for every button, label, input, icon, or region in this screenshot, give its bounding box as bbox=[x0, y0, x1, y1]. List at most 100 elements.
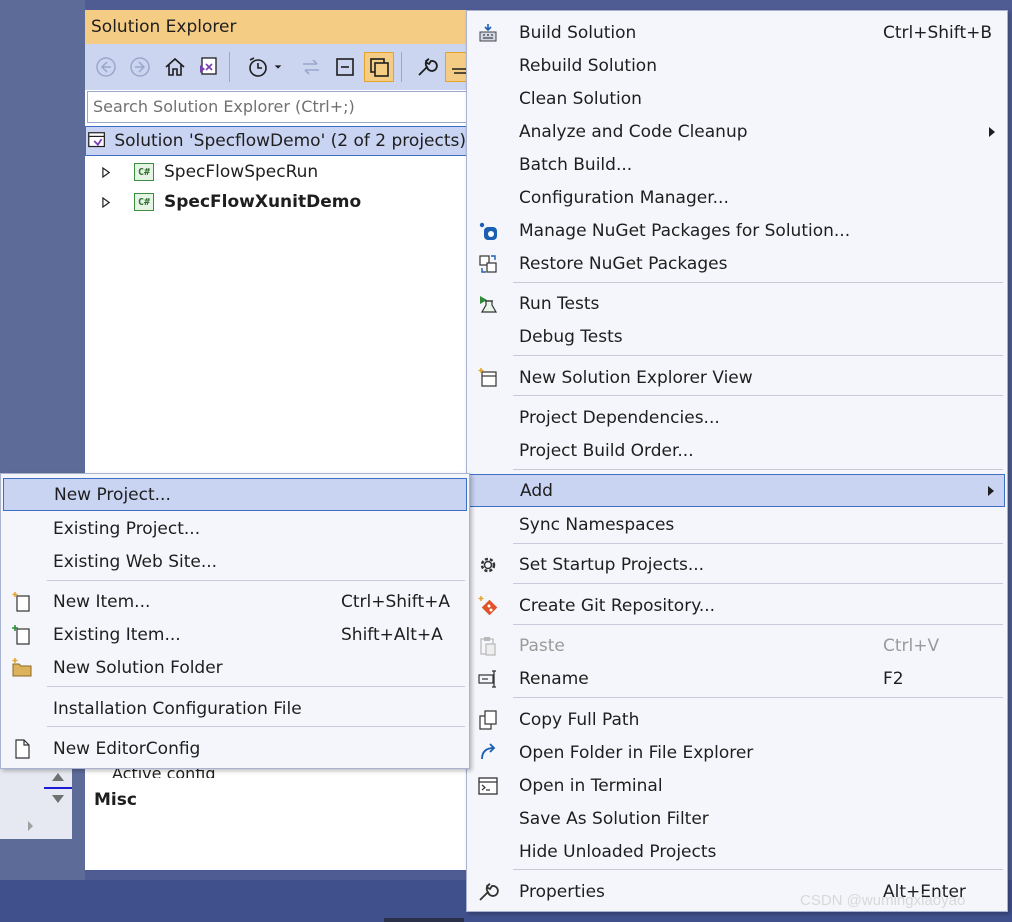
existing-item-icon bbox=[9, 622, 35, 648]
dropdown-chevron-icon[interactable] bbox=[271, 52, 285, 82]
menu-label: Existing Item... bbox=[53, 624, 181, 645]
restore-packages-icon bbox=[475, 251, 501, 277]
menu-item-build-solution[interactable]: Build Solution Ctrl+Shift+B bbox=[469, 16, 1005, 49]
menu-label: Properties bbox=[519, 881, 605, 902]
menu-item-hide-unloaded-projects[interactable]: Hide Unloaded Projects bbox=[469, 835, 1005, 868]
menu-label: Save As Solution Filter bbox=[519, 808, 709, 829]
wrench-icon bbox=[475, 879, 501, 905]
solution-node[interactable]: Solution 'SpecflowDemo' (2 of 2 projects… bbox=[85, 126, 467, 156]
project-label: SpecFlowXunitDemo bbox=[164, 192, 362, 212]
new-item-icon bbox=[9, 589, 35, 615]
forward-icon[interactable] bbox=[125, 52, 155, 82]
menu-shortcut: Shift+Alt+A bbox=[341, 624, 443, 645]
home-icon[interactable] bbox=[160, 52, 190, 82]
menu-label: Set Startup Projects... bbox=[519, 554, 705, 575]
menu-label: Hide Unloaded Projects bbox=[519, 841, 717, 862]
menu-label: Create Git Repository... bbox=[519, 595, 716, 616]
folder-icon bbox=[9, 655, 35, 681]
add-submenu: New Project... Existing Project... Exist… bbox=[0, 473, 470, 769]
menu-shortcut: Ctrl+Shift+A bbox=[341, 591, 451, 612]
expand-arrow-icon[interactable] bbox=[100, 196, 112, 208]
project-label: SpecFlowSpecRun bbox=[164, 162, 319, 182]
menu-item-set-startup-projects[interactable]: Set Startup Projects... bbox=[469, 548, 1005, 581]
menu-item-batch-build[interactable]: Batch Build... bbox=[469, 148, 1005, 181]
pending-changes-icon[interactable] bbox=[243, 52, 273, 82]
menu-item-save-as-solution-filter[interactable]: Save As Solution Filter bbox=[469, 802, 1005, 835]
menu-label: Sync Namespaces bbox=[519, 514, 675, 535]
menu-item-project-dependencies[interactable]: Project Dependencies... bbox=[469, 401, 1005, 434]
file-icon bbox=[9, 736, 35, 762]
menu-item-paste[interactable]: Paste Ctrl+V bbox=[469, 629, 1005, 662]
panel-title: Solution Explorer bbox=[85, 10, 467, 44]
submenu-item-existing-web-site[interactable]: Existing Web Site... bbox=[3, 545, 467, 578]
submenu-item-new-editorconfig[interactable]: New EditorConfig bbox=[3, 732, 467, 765]
menu-label: Project Build Order... bbox=[519, 440, 694, 461]
menu-item-new-solution-explorer-view[interactable]: New Solution Explorer View bbox=[469, 361, 1005, 394]
menu-label: Run Tests bbox=[519, 293, 600, 314]
menu-item-open-terminal[interactable]: Open in Terminal bbox=[469, 769, 1005, 802]
expand-arrow-icon[interactable] bbox=[100, 166, 112, 178]
run-tests-icon bbox=[475, 291, 501, 317]
menu-item-run-tests[interactable]: Run Tests bbox=[469, 287, 1005, 320]
build-icon bbox=[475, 20, 501, 46]
sync-icon[interactable] bbox=[296, 52, 326, 82]
menu-item-restore-nuget[interactable]: Restore NuGet Packages bbox=[469, 247, 1005, 280]
menu-label: New EditorConfig bbox=[53, 738, 201, 759]
menu-label: Installation Configuration File bbox=[53, 698, 302, 719]
menu-item-analyze[interactable]: Analyze and Code Cleanup bbox=[469, 115, 1005, 148]
search-input[interactable]: Search Solution Explorer (Ctrl+;) bbox=[87, 91, 467, 123]
toolbar bbox=[85, 44, 467, 90]
menu-shortcut: Ctrl+V bbox=[883, 635, 940, 656]
submenu-item-new-project[interactable]: New Project... bbox=[3, 478, 467, 511]
menu-item-clean-solution[interactable]: Clean Solution bbox=[469, 82, 1005, 115]
menu-item-copy-full-path[interactable]: Copy Full Path bbox=[469, 703, 1005, 736]
terminal-icon bbox=[475, 773, 501, 799]
submenu-item-installation-configuration-file[interactable]: Installation Configuration File bbox=[3, 692, 467, 725]
submenu-item-existing-project[interactable]: Existing Project... bbox=[3, 512, 467, 545]
menu-item-rebuild-solution[interactable]: Rebuild Solution bbox=[469, 49, 1005, 82]
menu-label: Add bbox=[520, 480, 553, 501]
show-all-files-icon[interactable] bbox=[364, 52, 394, 82]
menu-item-add[interactable]: Add bbox=[469, 474, 1005, 507]
menu-label: Rename bbox=[519, 668, 589, 689]
menu-item-debug-tests[interactable]: Debug Tests bbox=[469, 320, 1005, 353]
menu-shortcut: F2 bbox=[883, 668, 904, 689]
submenu-item-new-solution-folder[interactable]: New Solution Folder bbox=[3, 651, 467, 684]
copy-icon bbox=[475, 707, 501, 733]
gear-icon bbox=[475, 552, 501, 578]
misc-category: Misc bbox=[94, 790, 137, 810]
menu-item-manage-nuget[interactable]: Manage NuGet Packages for Solution... bbox=[469, 214, 1005, 247]
menu-item-project-build-order[interactable]: Project Build Order... bbox=[469, 434, 1005, 467]
submenu-item-existing-item[interactable]: Existing Item... Shift+Alt+A bbox=[3, 618, 467, 651]
menu-item-configuration-manager[interactable]: Configuration Manager... bbox=[469, 181, 1005, 214]
menu-item-create-git-repository[interactable]: Create Git Repository... bbox=[469, 589, 1005, 622]
menu-item-open-folder[interactable]: Open Folder in File Explorer bbox=[469, 736, 1005, 769]
menu-label: Clean Solution bbox=[519, 88, 642, 109]
menu-label: Manage NuGet Packages for Solution... bbox=[519, 220, 851, 241]
nuget-icon bbox=[475, 218, 501, 244]
menu-label: New Item... bbox=[53, 591, 151, 612]
preview-icon[interactable] bbox=[445, 52, 467, 82]
back-icon[interactable] bbox=[91, 52, 121, 82]
menu-label: Rebuild Solution bbox=[519, 55, 657, 76]
menu-item-sync-namespaces[interactable]: Sync Namespaces bbox=[469, 508, 1005, 541]
submenu-item-new-item[interactable]: New Item... Ctrl+Shift+A bbox=[3, 585, 467, 618]
project-node[interactable]: C# SpecFlowSpecRun bbox=[85, 157, 467, 187]
submenu-arrow-icon bbox=[989, 126, 995, 137]
menu-label: Analyze and Code Cleanup bbox=[519, 121, 748, 142]
menu-item-rename[interactable]: Rename F2 bbox=[469, 662, 1005, 695]
paste-icon bbox=[475, 633, 501, 659]
project-node[interactable]: C# SpecFlowXunitDemo bbox=[85, 187, 467, 217]
menu-label: Existing Web Site... bbox=[53, 551, 218, 572]
wrench-icon[interactable] bbox=[411, 52, 441, 82]
solution-label: Solution 'SpecflowDemo' (2 of 2 projects… bbox=[114, 131, 466, 151]
csharp-project-icon: C# bbox=[134, 193, 154, 211]
menu-label: Batch Build... bbox=[519, 154, 633, 175]
collapse-all-icon[interactable] bbox=[330, 52, 360, 82]
switch-views-icon[interactable] bbox=[193, 52, 223, 82]
git-icon bbox=[475, 593, 501, 619]
menu-label: New Solution Explorer View bbox=[519, 367, 753, 388]
menu-label: Debug Tests bbox=[519, 326, 623, 347]
properties-scroll-area bbox=[0, 765, 72, 839]
csharp-project-icon: C# bbox=[134, 163, 154, 181]
